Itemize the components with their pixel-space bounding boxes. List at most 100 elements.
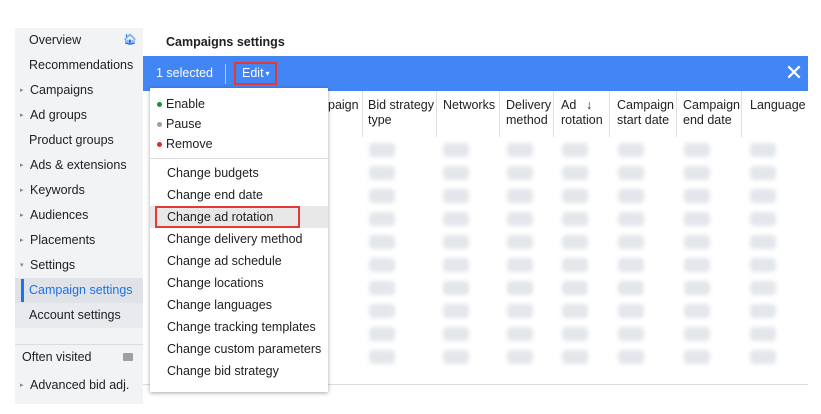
blurred-cell [507,281,533,295]
sidebar-item-overview[interactable]: Overview 🏠︎ [15,28,143,53]
blurred-cell [618,189,644,203]
sidebar-item-account-settings[interactable]: Account settings [15,303,143,328]
blurred-cell [750,166,776,180]
menu-item-change-bid-strategy[interactable]: Change bid strategy [150,360,328,382]
column-header-campaign[interactable]: paign [328,98,359,113]
menu-item-change-custom-parameters[interactable]: Change custom parameters [150,338,328,360]
highlight-box [155,206,300,228]
menu-item-change-ad-schedule[interactable]: Change ad schedule [150,250,328,272]
column-header-label: Ad rotation [561,98,603,127]
blurred-cell [684,304,710,318]
sidebar-item-audiences[interactable]: ▸ Audiences [15,203,143,228]
blurred-cell [443,304,469,318]
blurred-cell [618,166,644,180]
blurred-cell [618,327,644,341]
blurred-cell [618,281,644,295]
blurred-cell [562,235,588,249]
menu-item-change-locations[interactable]: Change locations [150,272,328,294]
info-icon[interactable] [123,353,133,361]
blurred-cell [562,327,588,341]
sidebar-item-ad-groups[interactable]: ▸ Ad groups [15,103,143,128]
blurred-cell [369,350,395,364]
menu-item-remove[interactable]: Remove [150,133,328,155]
blurred-cell [507,327,533,341]
blurred-cell [369,235,395,249]
sidebar-item-advanced-bid[interactable]: ▸ Advanced bid adj. [15,373,143,398]
sidebar-item-label: Keywords [30,183,85,197]
sidebar-nav: Overview 🏠︎ Recommendations ▸ Campaigns … [15,28,143,404]
blurred-cell [618,143,644,157]
blurred-cell [618,212,644,226]
menu-item-enable[interactable]: Enable [150,93,328,115]
blurred-cell [443,189,469,203]
chevron-right-icon: ▸ [20,382,24,389]
blurred-cell [369,212,395,226]
menu-item-change-delivery-method[interactable]: Change delivery method [150,228,328,250]
blurred-cell [750,189,776,203]
blurred-cell [750,304,776,318]
column-header-campaign-end-date[interactable]: Campaign end date [683,98,743,128]
divider [225,64,226,84]
sidebar-item-label: Ads & extensions [30,158,127,172]
blurred-cell [507,304,533,318]
column-header-networks[interactable]: Networks [443,98,495,113]
sidebar-item-campaign-settings[interactable]: Campaign settings [15,278,143,303]
blurred-cell [750,235,776,249]
blurred-cell [684,166,710,180]
menu-item-label: Enable [166,97,205,111]
sidebar-item-label: Campaigns [30,83,94,97]
menu-item-change-tracking-templates[interactable]: Change tracking templates [150,316,328,338]
sidebar-item-label: Campaign settings [29,283,133,297]
sidebar-item-campaigns[interactable]: ▸ Campaigns [15,78,143,103]
blurred-cell [562,212,588,226]
blurred-cell [369,258,395,272]
sidebar-item-label: Placements [30,233,96,247]
column-header-bid-strategy-type[interactable]: Bid strategy type [368,98,438,128]
blurred-cell [618,258,644,272]
menu-item-change-budgets[interactable]: Change budgets [150,162,328,184]
blurred-cell [684,258,710,272]
column-divider [676,91,677,137]
column-header-delivery-method[interactable]: Delivery method [506,98,554,128]
sidebar-item-keywords[interactable]: ▸ Keywords [15,178,143,203]
edit-button[interactable]: Edit ▾ [234,62,277,85]
section-heading: Often visited [22,350,92,364]
sidebar-item-product-groups[interactable]: Product groups [15,128,143,153]
menu-item-change-languages[interactable]: Change languages [150,294,328,316]
close-icon[interactable]: ✕ [783,62,805,84]
sidebar-item-label: Product groups [29,133,114,147]
sidebar-item-ads-extensions[interactable]: ▸ Ads & extensions [15,153,143,178]
home-icon: 🏠︎ [123,34,137,46]
edit-label: Edit [242,66,264,80]
edit-dropdown-menu: Enable Pause Remove Change budgets Chang… [150,88,328,392]
column-header-ad-rotation[interactable]: Ad rotation ↓ [561,98,607,128]
menu-divider [150,158,328,159]
chevron-right-icon: ▸ [20,87,24,94]
blurred-cell [750,327,776,341]
blurred-cell [684,235,710,249]
column-header-language[interactable]: Language [750,98,806,113]
blurred-cell [684,189,710,203]
blurred-cell [507,189,533,203]
sidebar-item-placements[interactable]: ▸ Placements [15,228,143,253]
blurred-cell [618,350,644,364]
blurred-cell [443,281,469,295]
menu-item-change-end-date[interactable]: Change end date [150,184,328,206]
status-dot-icon [157,122,162,127]
blurred-cell [507,212,533,226]
blurred-cell [750,258,776,272]
sidebar-item-settings[interactable]: ▾ Settings [15,253,143,278]
column-header-campaign-start-date[interactable]: Campaign start date [617,98,677,128]
menu-item-label: Change ad schedule [167,254,282,268]
sidebar-item-recommendations[interactable]: Recommendations [15,53,143,78]
menu-item-pause[interactable]: Pause [150,113,328,135]
sidebar-item-label: Settings [30,258,76,272]
blurred-cell [562,281,588,295]
chevron-down-icon: ▾ [20,262,24,269]
menu-item-label: Change locations [167,276,264,290]
menu-item-label: Change delivery method [167,232,303,246]
blurred-cell [369,189,395,203]
blurred-cell [750,143,776,157]
blurred-cell [618,235,644,249]
menu-item-label: Pause [166,117,202,131]
